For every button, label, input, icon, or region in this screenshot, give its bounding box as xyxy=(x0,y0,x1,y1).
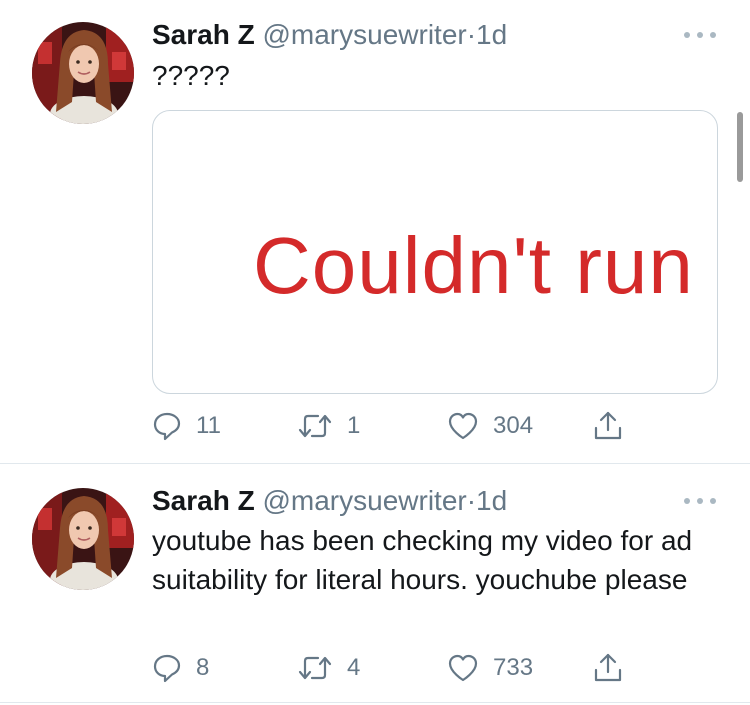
heart-icon xyxy=(448,412,478,440)
retweet-button[interactable]: 4 xyxy=(297,648,360,688)
tweet-text: youtube has been checking my video for a… xyxy=(152,525,693,595)
tweet-header: Sarah Z @marysuewriter·1d xyxy=(152,483,507,519)
separator: · xyxy=(466,485,477,516)
separator: · xyxy=(466,19,477,50)
like-button[interactable]: 733 xyxy=(447,648,533,688)
reply-icon xyxy=(153,412,181,441)
divider xyxy=(0,463,750,464)
timeline: Sarah Z @marysuewriter·1d ????? Couldn't… xyxy=(0,0,750,705)
retweet-count: 4 xyxy=(347,654,361,681)
retweet-icon xyxy=(298,656,332,680)
share-button[interactable] xyxy=(592,406,624,446)
timestamp[interactable]: 1d xyxy=(476,485,507,516)
share-icon xyxy=(594,411,622,440)
tweet-actions: 11 1 304 xyxy=(152,406,652,446)
reply-icon xyxy=(153,654,181,683)
tweet-header: Sarah Z @marysuewriter·1d xyxy=(152,17,507,53)
avatar[interactable] xyxy=(32,488,134,590)
divider xyxy=(0,702,750,703)
like-count: 733 xyxy=(493,654,534,681)
more-icon[interactable] xyxy=(684,496,716,506)
share-button[interactable] xyxy=(592,648,624,688)
timestamp[interactable]: 1d xyxy=(476,19,507,50)
tweet-text: ????? xyxy=(152,60,230,91)
like-button[interactable]: 304 xyxy=(447,406,533,446)
retweet-icon xyxy=(298,414,332,438)
reply-button[interactable]: 8 xyxy=(152,648,209,688)
scrollbar[interactable] xyxy=(737,112,743,182)
reply-count: 8 xyxy=(196,654,210,681)
display-name[interactable]: Sarah Z xyxy=(152,19,255,50)
share-icon xyxy=(594,653,622,682)
tweet[interactable]: Sarah Z @marysuewriter·1d ????? Couldn't… xyxy=(0,0,750,464)
media-image[interactable]: Couldn't run xyxy=(152,110,718,394)
more-icon[interactable] xyxy=(684,30,716,40)
retweet-button[interactable]: 1 xyxy=(297,406,360,446)
display-name[interactable]: Sarah Z xyxy=(152,485,255,516)
handle[interactable]: @marysuewriter xyxy=(262,485,466,516)
like-count: 304 xyxy=(493,412,534,439)
handle[interactable]: @marysuewriter xyxy=(262,19,466,50)
heart-icon xyxy=(448,654,478,682)
retweet-count: 1 xyxy=(347,412,361,439)
tweet-actions: 8 4 733 xyxy=(152,648,652,688)
avatar[interactable] xyxy=(32,22,134,124)
reply-button[interactable]: 11 xyxy=(152,406,221,446)
media-caption: Couldn't run xyxy=(253,221,694,310)
tweet[interactable]: Sarah Z @marysuewriter·1d youtube has be… xyxy=(0,465,750,705)
reply-count: 11 xyxy=(196,412,221,439)
